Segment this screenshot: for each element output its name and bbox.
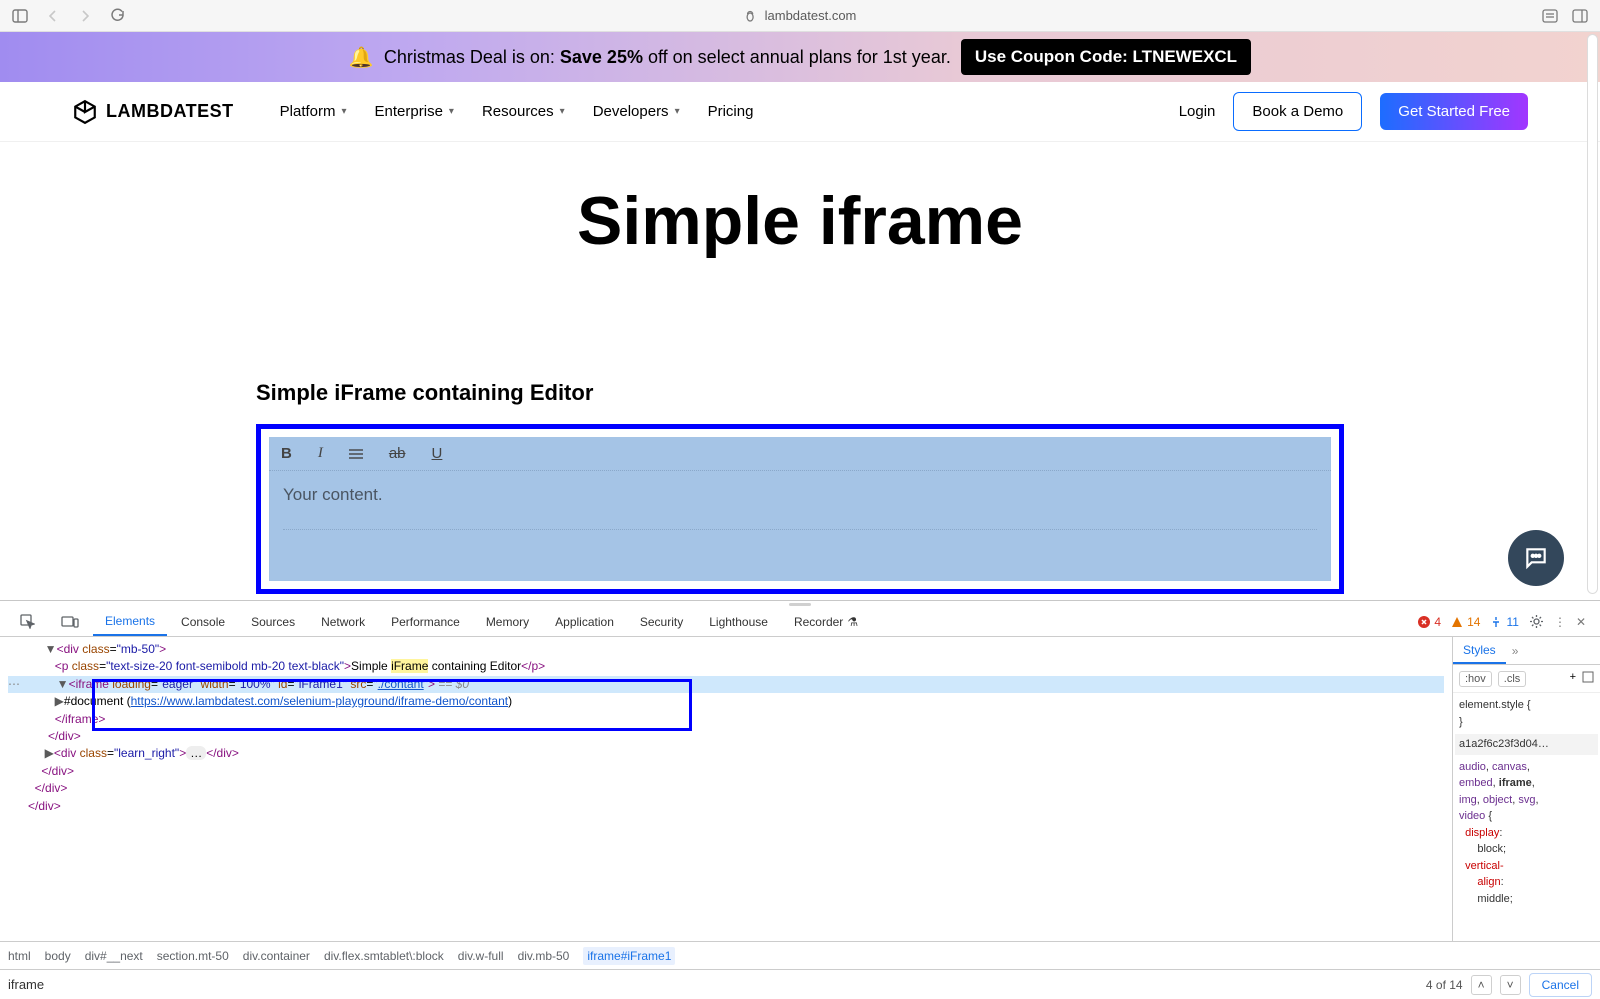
search-next-icon[interactable]: ˅ [1500,975,1521,995]
back-icon[interactable] [46,9,60,23]
main-nav: LAMBDATEST Platform▾ Enterprise▾ Resourc… [0,82,1600,142]
reload-icon[interactable] [110,8,125,23]
nav-platform[interactable]: Platform▾ [280,103,347,120]
dom-breadcrumb[interactable]: html body div#__next section.mt-50 div.c… [0,941,1600,969]
editor-content[interactable]: Your content. [269,471,1331,581]
styles-rules[interactable]: element.style { } a1a2f6c23f3d04… audio,… [1453,693,1600,911]
search-input[interactable] [8,977,1416,992]
tabs-icon[interactable] [1572,9,1588,23]
url-text[interactable]: lambdatest.com [765,8,857,23]
more-styles-icon[interactable] [1582,671,1594,686]
search-prev-icon[interactable]: ˄ [1471,975,1492,995]
chevron-down-icon: ▾ [675,106,680,117]
bell-icon: 🔔 [349,45,374,70]
more-icon[interactable]: ⋮ [1554,615,1566,629]
styles-tab[interactable]: Styles [1453,637,1506,664]
add-rule-icon[interactable]: + [1570,671,1576,686]
login-link[interactable]: Login [1179,103,1216,120]
more-tabs-icon[interactable]: » [1512,644,1519,658]
promo-banner: 🔔 Christmas Deal is on: Save 25% off on … [0,32,1600,82]
devtools-tabs: Elements Console Sources Network Perform… [0,607,1600,637]
editor-heading: Simple iFrame containing Editor [256,380,1344,406]
gear-icon[interactable] [1529,614,1544,629]
page-content: Simple iframe Simple iFrame containing E… [0,142,1600,614]
tab-recorder[interactable]: Recorder ⚗ [782,607,870,636]
dom-highlight-box [92,679,692,731]
book-demo-button[interactable]: Book a Demo [1233,92,1362,131]
nav-enterprise[interactable]: Enterprise▾ [375,103,454,120]
chevron-down-icon: ▾ [449,106,454,117]
tab-elements[interactable]: Elements [93,607,167,636]
brand-logo[interactable]: LAMBDATEST [72,99,234,125]
tab-network[interactable]: Network [309,607,377,636]
sidebar-toggle-icon[interactable] [12,9,28,23]
chat-fab[interactable] [1508,530,1564,586]
devtools-search: 4 of 14 ˄ ˅ Cancel [0,969,1600,999]
info-count[interactable]: 11 [1490,615,1518,629]
cls-toggle[interactable]: .cls [1498,671,1527,687]
styles-panel: Styles » :hov .cls + element.style { } a… [1452,637,1600,941]
tab-lighthouse[interactable]: Lighthouse [697,607,780,636]
device-icon[interactable] [49,607,91,636]
error-count[interactable]: 4 [1418,615,1441,629]
italic-button[interactable]: I [318,445,323,462]
devtools-panel: Elements Console Sources Network Perform… [0,600,1600,999]
chevron-down-icon: ▾ [560,106,565,117]
nav-developers[interactable]: Developers▾ [593,103,680,120]
tab-sources[interactable]: Sources [239,607,307,636]
page-scrollbar[interactable] [1587,34,1598,594]
nav-resources[interactable]: Resources▾ [482,103,565,120]
tab-performance[interactable]: Performance [379,607,472,636]
close-devtools-icon[interactable]: ✕ [1576,615,1586,629]
reader-icon[interactable] [1542,9,1558,23]
nav-pricing[interactable]: Pricing [708,103,754,120]
warning-count[interactable]: 14 [1451,615,1480,629]
tab-security[interactable]: Security [628,607,695,636]
tab-console[interactable]: Console [169,607,237,636]
search-cancel-button[interactable]: Cancel [1529,973,1592,997]
search-count: 4 of 14 [1426,978,1463,992]
hov-toggle[interactable]: :hov [1459,671,1492,687]
inspect-icon[interactable] [8,607,47,636]
list-button[interactable] [349,448,363,460]
page-title: Simple iframe [577,182,1023,260]
bold-button[interactable]: B [281,445,292,462]
forward-icon[interactable] [78,9,92,23]
editor-toolbar: B I ab U [269,437,1331,471]
chevron-down-icon: ▾ [342,106,347,117]
strikethrough-button[interactable]: ab [389,445,406,462]
tab-application[interactable]: Application [543,607,626,636]
iframe-highlight: B I ab U Your content. [256,424,1344,594]
browser-toolbar: lambdatest.com [0,0,1600,32]
tab-memory[interactable]: Memory [474,607,541,636]
lock-icon [744,9,757,22]
editor-iframe[interactable]: B I ab U Your content. [269,437,1331,581]
get-started-button[interactable]: Get Started Free [1380,93,1528,130]
coupon-code: Use Coupon Code: LTNEWEXCL [961,39,1251,75]
promo-text: Christmas Deal is on: Save 25% off on se… [384,47,951,68]
dom-tree[interactable]: ▼<div class="mb-50"> <p class="text-size… [0,637,1452,941]
underline-button[interactable]: U [432,445,443,462]
